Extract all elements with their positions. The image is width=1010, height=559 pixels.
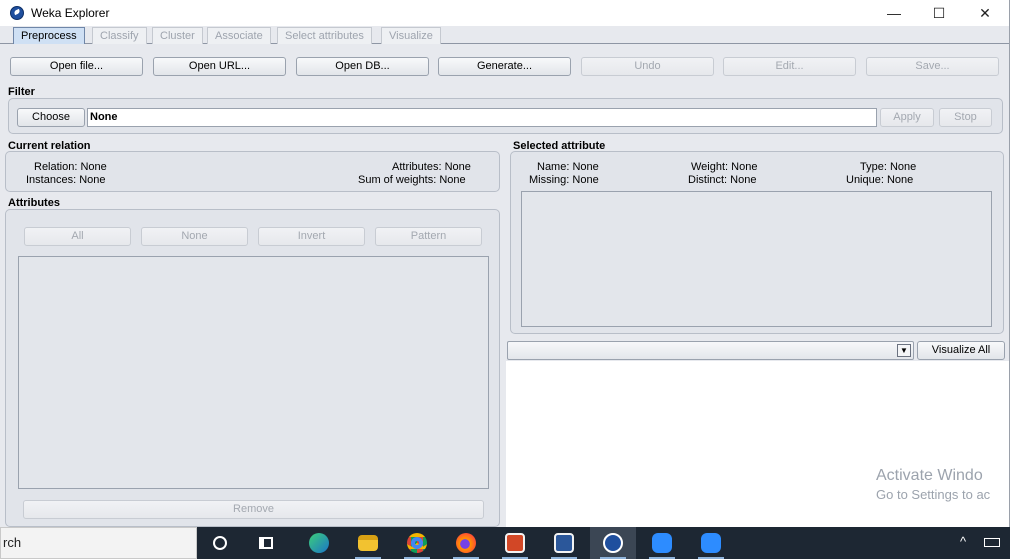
attributes-list[interactable] xyxy=(18,256,489,489)
word-icon[interactable] xyxy=(541,527,587,559)
remove-button[interactable]: Remove xyxy=(23,500,484,519)
minimize-button[interactable]: — xyxy=(871,0,917,26)
visualization-panel xyxy=(506,361,1009,527)
save-button[interactable]: Save... xyxy=(866,57,999,76)
tab-preprocess[interactable]: Preprocess xyxy=(13,27,85,44)
activate-windows-watermark: Activate Windo xyxy=(876,467,983,484)
attributes-count-text: Attributes: None xyxy=(392,161,471,173)
visualize-all-button[interactable]: Visualize All xyxy=(917,341,1005,360)
relation-text: Relation: None xyxy=(34,161,107,173)
activate-windows-subtext: Go to Settings to ac xyxy=(876,487,991,502)
close-button[interactable]: ✕ xyxy=(962,0,1008,26)
zoom-icon[interactable] xyxy=(639,527,685,559)
powerpoint-icon[interactable] xyxy=(492,527,538,559)
select-all-button[interactable]: All xyxy=(24,227,131,246)
choose-filter-button[interactable]: Choose xyxy=(17,108,85,127)
attr-type-text: Type: None xyxy=(860,161,917,173)
instances-text: Instances: None xyxy=(26,174,106,186)
weka-explorer-window: Weka Explorer — ☐ ✕ Preprocess Classify … xyxy=(0,0,1010,527)
attribute-stats-table[interactable] xyxy=(521,191,992,327)
apply-filter-button[interactable]: Apply xyxy=(880,108,934,127)
tab-associate[interactable]: Associate xyxy=(207,27,271,44)
attr-unique-text: Unique: None xyxy=(846,174,914,186)
stop-filter-button[interactable]: Stop xyxy=(939,108,992,127)
maximize-button[interactable]: ☐ xyxy=(916,0,962,26)
tray-chevron-icon[interactable]: ^ xyxy=(960,534,966,549)
attr-weight-text: Weight: None xyxy=(691,161,758,173)
filter-value-field[interactable]: None xyxy=(87,108,877,127)
open-db-button[interactable]: Open DB... xyxy=(296,57,429,76)
attributes-label: Attributes xyxy=(8,197,60,209)
tab-cluster[interactable]: Cluster xyxy=(152,27,203,44)
tab-classify[interactable]: Classify xyxy=(92,27,147,44)
open-url-button[interactable]: Open URL... xyxy=(153,57,286,76)
sum-of-weights-text: Sum of weights: None xyxy=(358,174,466,186)
weka-icon[interactable] xyxy=(590,527,636,559)
generate-button[interactable]: Generate... xyxy=(438,57,571,76)
filter-label: Filter xyxy=(8,86,35,98)
weka-app-icon xyxy=(10,6,24,20)
undo-button[interactable]: Undo xyxy=(581,57,714,76)
open-file-button[interactable]: Open file... xyxy=(10,57,143,76)
file-explorer-icon[interactable] xyxy=(345,527,391,559)
taskbar-search-box[interactable]: rch xyxy=(0,527,197,559)
pattern-button[interactable]: Pattern xyxy=(375,227,482,246)
attr-distinct-text: Distinct: None xyxy=(688,174,757,186)
cortana-icon[interactable] xyxy=(197,527,243,559)
chrome-icon[interactable] xyxy=(394,527,440,559)
select-none-button[interactable]: None xyxy=(141,227,248,246)
attr-name-text: Name: None xyxy=(537,161,599,173)
tab-visualize[interactable]: Visualize xyxy=(381,27,441,44)
window-title: Weka Explorer xyxy=(31,6,110,20)
task-view-icon[interactable] xyxy=(243,527,289,559)
zoom-meetings-icon[interactable] xyxy=(688,527,734,559)
edit-button[interactable]: Edit... xyxy=(723,57,856,76)
tab-select-attributes[interactable]: Select attributes xyxy=(277,27,372,44)
combo-dropdown-arrow-icon[interactable]: ▼ xyxy=(897,344,911,357)
taskbar: rch ^ xyxy=(0,527,1010,559)
edge-icon[interactable] xyxy=(296,527,342,559)
title-bar: Weka Explorer — ☐ ✕ xyxy=(0,0,1009,26)
class-attribute-combo[interactable]: ▼ xyxy=(507,341,914,360)
firefox-icon[interactable] xyxy=(443,527,489,559)
invert-selection-button[interactable]: Invert xyxy=(258,227,365,246)
battery-icon[interactable] xyxy=(984,538,1000,547)
tab-strip: Preprocess Classify Cluster Associate Se… xyxy=(0,26,1009,44)
attr-missing-text: Missing: None xyxy=(529,174,599,186)
